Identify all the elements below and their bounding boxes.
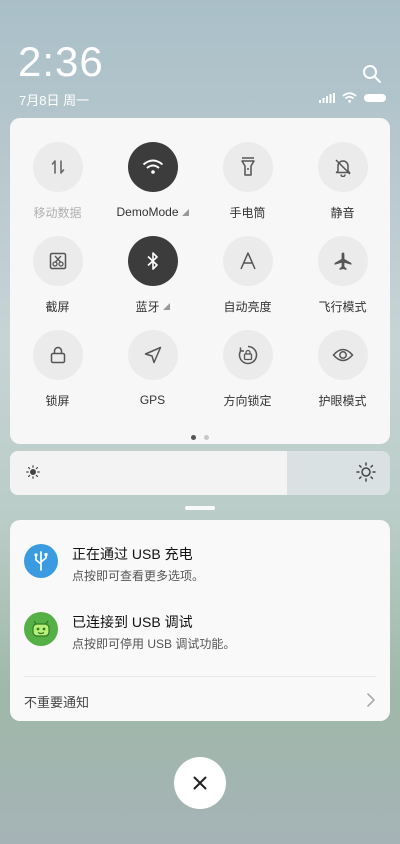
quick-settings-panel: 移动数据 DemoMode 手电筒 静音 截屏 蓝牙 自动亮度 飞行模式 锁屏 … <box>10 118 390 444</box>
clear-all-button[interactable] <box>174 757 226 809</box>
brightness-slider-fill <box>10 451 288 495</box>
divider <box>24 676 376 677</box>
tile-label: 静音 <box>330 205 355 220</box>
tile-auto-brightness[interactable]: 自动亮度 <box>200 236 295 314</box>
tile-label-text: 蓝牙 <box>135 299 160 314</box>
flashlight-icon <box>222 142 273 192</box>
panel-drag-handle[interactable] <box>185 506 215 510</box>
mobile-data-icon <box>32 142 83 192</box>
page-dot-2[interactable] <box>204 435 209 440</box>
tile-label: 方向锁定 <box>223 393 272 408</box>
tile-eye-protection[interactable]: 护眼模式 <box>295 330 390 408</box>
tile-gps[interactable]: GPS <box>105 330 200 408</box>
status-icons <box>319 92 386 103</box>
notification-text: 点按即可停用 USB 调试功能。 <box>72 637 236 651</box>
page-dot-1[interactable] <box>191 435 196 440</box>
wifi-status-icon <box>342 92 357 103</box>
auto-brightness-icon <box>222 236 273 286</box>
tile-airplane[interactable]: 飞行模式 <box>295 236 390 314</box>
usb-icon <box>24 544 58 578</box>
lock-icon <box>32 330 83 380</box>
tile-rotation-lock[interactable]: 方向锁定 <box>200 330 295 408</box>
notification-panel: 正在通过 USB 充电 点按即可查看更多选项。 已连接到 USB 调试 点按即可… <box>10 520 390 721</box>
notification-usb-debugging[interactable]: 已连接到 USB 调试 点按即可停用 USB 调试功能。 <box>10 602 390 658</box>
expand-triangle-icon <box>181 208 189 216</box>
android-icon <box>24 612 58 646</box>
tile-label: 移动数据 <box>33 205 82 220</box>
notification-text: 点按即可查看更多选项。 <box>72 569 205 583</box>
tile-lock-screen[interactable]: 锁屏 <box>10 330 105 408</box>
tile-label: 锁屏 <box>45 393 70 408</box>
tile-label: 截屏 <box>45 299 70 314</box>
rotation-lock-icon <box>222 330 273 380</box>
tile-label: 蓝牙 <box>135 298 170 314</box>
signal-icon <box>319 92 335 103</box>
tile-flashlight[interactable]: 手电筒 <box>200 142 295 220</box>
tile-label: DemoMode <box>116 204 189 220</box>
notification-title: 已连接到 USB 调试 <box>72 614 193 630</box>
notification-usb-charging[interactable]: 正在通过 USB 充电 点按即可查看更多选项。 <box>10 534 390 590</box>
notification-title: 正在通过 USB 充电 <box>72 546 193 562</box>
brightness-slider[interactable] <box>10 451 390 495</box>
tile-label: 手电筒 <box>229 205 266 220</box>
airplane-icon <box>317 236 368 286</box>
quick-settings-grid: 移动数据 DemoMode 手电筒 静音 截屏 蓝牙 自动亮度 飞行模式 锁屏 … <box>10 142 390 408</box>
brightness-low-icon <box>26 465 40 479</box>
tile-mute[interactable]: 静音 <box>295 142 390 220</box>
search-icon[interactable] <box>362 64 382 84</box>
battery-icon <box>364 93 386 102</box>
tile-label: 自动亮度 <box>223 299 272 314</box>
tile-bluetooth[interactable]: 蓝牙 <box>105 236 200 314</box>
chevron-right-icon[interactable] <box>366 692 376 708</box>
mute-bell-icon <box>317 142 368 192</box>
tile-label-text: DemoMode <box>116 205 179 219</box>
bluetooth-icon <box>127 236 178 286</box>
wifi-icon <box>127 142 178 192</box>
expand-triangle-icon <box>162 302 170 310</box>
tile-screenshot[interactable]: 截屏 <box>10 236 105 314</box>
screenshot-icon <box>32 236 83 286</box>
brightness-high-icon <box>356 462 376 482</box>
clock-time: 2:36 <box>18 38 104 85</box>
tile-wifi[interactable]: DemoMode <box>105 142 200 220</box>
tile-mobile-data[interactable]: 移动数据 <box>10 142 105 220</box>
tile-label: 护眼模式 <box>318 393 367 408</box>
close-icon <box>193 776 207 790</box>
location-arrow-icon <box>127 330 178 380</box>
unimportant-notifications-link[interactable]: 不重要通知 <box>24 692 89 711</box>
eye-icon <box>317 330 368 380</box>
date-label: 7月8日 周一 <box>19 93 90 108</box>
tile-label: 飞行模式 <box>318 299 367 314</box>
tile-label: GPS <box>139 393 166 407</box>
page-indicator <box>10 435 390 440</box>
